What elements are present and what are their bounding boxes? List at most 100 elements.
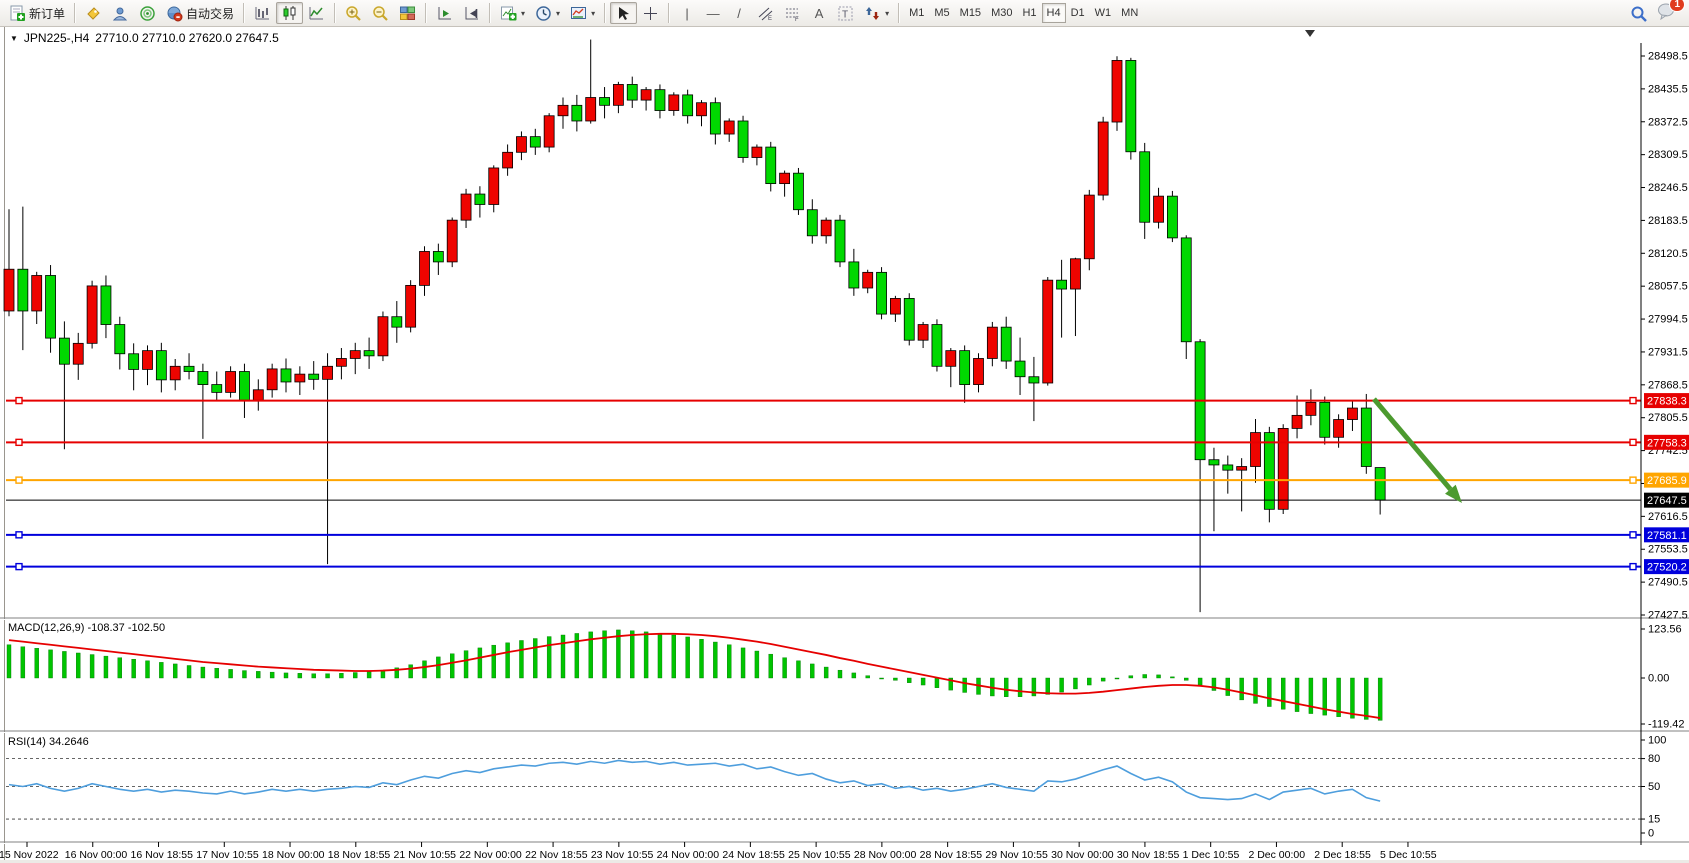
horizontal-line-icon: — [705, 6, 721, 21]
macd-histogram-bar [921, 678, 925, 685]
timeframe-w1[interactable]: W1 [1090, 3, 1117, 23]
signals-button[interactable] [134, 2, 161, 24]
price-tick-label: 28498.5 [1648, 51, 1688, 63]
trendline-button[interactable]: / [726, 2, 752, 24]
auto-trading-button[interactable]: 自动交易 [161, 2, 239, 24]
macd-histogram-bar [1170, 677, 1174, 678]
line-handle[interactable] [16, 477, 22, 483]
line-chart-icon [308, 5, 325, 22]
candle-down [184, 366, 194, 371]
candle-up [406, 285, 416, 327]
macd-histogram-bar [284, 673, 288, 678]
line-handle[interactable] [1630, 398, 1636, 404]
macd-tick-label: -119.42 [1648, 719, 1685, 731]
fibonacci-button[interactable]: F [779, 2, 806, 24]
new-order-button[interactable]: 新订单 [4, 2, 70, 24]
macd-histogram-bar [76, 653, 80, 678]
arrows-button[interactable]: ▾ [859, 2, 894, 24]
price-tick-label: 28309.5 [1648, 149, 1688, 161]
separator [604, 3, 606, 23]
macd-histogram-bar [1004, 678, 1008, 697]
macd-histogram-bar [1046, 678, 1050, 694]
candle-up [1154, 196, 1164, 222]
macd-histogram-bar [755, 651, 759, 678]
zoom-out-button[interactable] [367, 2, 394, 24]
macd-histogram-bar [1129, 676, 1133, 678]
macd-histogram-bar [644, 632, 648, 678]
price-tick-label: 27994.5 [1648, 314, 1688, 326]
chart-window[interactable]: ▼ JPN225-,H4 27710.0 27710.0 27620.0 276… [0, 27, 1689, 863]
separator [425, 3, 427, 23]
new-order-label: 新订单 [29, 5, 65, 22]
line-handle[interactable] [16, 439, 22, 445]
time-tick-label: 30 Nov 00:00 [1051, 849, 1114, 861]
tile-windows-icon [399, 5, 416, 22]
quotes-button[interactable] [80, 2, 107, 24]
line-handle[interactable] [16, 398, 22, 404]
price-tick-label: 27931.5 [1648, 346, 1688, 358]
horizontal-line-button[interactable]: — [700, 2, 726, 24]
macd-histogram-bar [824, 667, 828, 678]
macd-histogram-bar [215, 668, 219, 678]
cursor-button[interactable] [610, 2, 637, 24]
time-tick-label: 28 Nov 18:55 [920, 849, 983, 861]
channel-button[interactable]: E [752, 2, 779, 24]
line-handle[interactable] [16, 564, 22, 570]
macd-histogram-bar [1018, 678, 1022, 697]
timeframe-m5[interactable]: M5 [929, 3, 954, 23]
auto-trading-icon [166, 5, 183, 22]
arrows-icon [864, 5, 881, 22]
tile-windows-button[interactable] [394, 2, 421, 24]
separator [898, 3, 900, 23]
search-icon[interactable] [1630, 5, 1647, 22]
chat-button[interactable]: 1 [1657, 2, 1677, 25]
chart-canvas[interactable]: 28498.528435.528372.528309.528246.528183… [0, 27, 1689, 863]
timeframe-h4[interactable]: H4 [1042, 3, 1066, 23]
timeframe-m30[interactable]: M30 [986, 3, 1017, 23]
line-handle[interactable] [1630, 532, 1636, 538]
trendline-icon: / [731, 6, 747, 21]
separator [74, 3, 76, 23]
collapse-triangle-icon[interactable]: ▼ [10, 34, 18, 43]
zoom-in-button[interactable] [340, 2, 367, 24]
macd-histogram-bar [658, 633, 662, 678]
macd-histogram-bar [104, 656, 108, 678]
timeframe-d1[interactable]: D1 [1066, 3, 1090, 23]
text-button[interactable]: A [806, 2, 832, 24]
time-tick-label: 16 Nov 00:00 [65, 849, 128, 861]
chart-shift-button[interactable] [458, 2, 485, 24]
candle-up [87, 286, 97, 343]
timeframe-m1[interactable]: M1 [904, 3, 929, 23]
auto-scroll-button[interactable] [431, 2, 458, 24]
macd-histogram-bar [686, 637, 690, 678]
macd-histogram-bar [118, 658, 122, 678]
line-handle[interactable] [16, 532, 22, 538]
line-handle[interactable] [1630, 477, 1636, 483]
candlestick-chart-button[interactable] [276, 2, 303, 24]
line-handle[interactable] [1630, 564, 1636, 570]
macd-histogram-bar [492, 645, 496, 678]
periods-button[interactable]: ▾ [530, 2, 565, 24]
bar-chart-button[interactable] [249, 2, 276, 24]
line-chart-button[interactable] [303, 2, 330, 24]
line-handle[interactable] [1630, 439, 1636, 445]
macd-histogram-bar [146, 661, 150, 678]
candle-down [309, 374, 319, 379]
candle-up [641, 90, 651, 100]
templates-button[interactable]: ▾ [565, 2, 600, 24]
timeframe-h1[interactable]: H1 [1017, 3, 1041, 23]
timeframe-mn[interactable]: MN [1116, 3, 1143, 23]
rsi-tick-label: 15 [1648, 814, 1660, 826]
indicators-button[interactable]: ▾ [495, 2, 530, 24]
macd-histogram-bar [1350, 678, 1354, 718]
text-label-button[interactable]: T [832, 2, 859, 24]
timeframe-m15[interactable]: M15 [955, 3, 986, 23]
chart-shift-marker[interactable] [1305, 30, 1315, 37]
candle-down [392, 317, 402, 327]
zoom-out-icon [372, 5, 389, 22]
crosshair-button[interactable] [637, 2, 664, 24]
time-tick-label: 18 Nov 18:55 [328, 849, 391, 861]
profile-button[interactable] [107, 2, 134, 24]
vertical-line-button[interactable]: | [674, 2, 700, 24]
macd-histogram-bar [478, 648, 482, 678]
